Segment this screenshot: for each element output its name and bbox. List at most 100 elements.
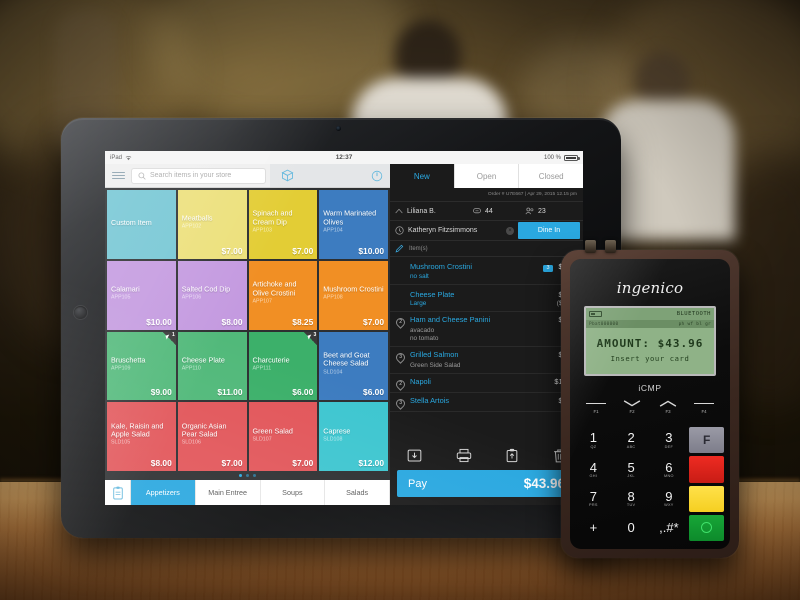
keypad-key-2[interactable]: 2 ABC bbox=[614, 427, 649, 453]
dine-in-button[interactable]: Dine In bbox=[518, 222, 580, 239]
keypad-key-0[interactable]: 0 bbox=[614, 515, 649, 541]
tile-name: Green Salad bbox=[252, 426, 293, 436]
grid-tile[interactable]: Meatballs APP102 $7.00 bbox=[177, 190, 247, 259]
category-tab-appetizers[interactable]: Appetizers bbox=[131, 480, 196, 505]
keypad-cancel-key[interactable] bbox=[689, 456, 724, 483]
table-cell[interactable]: 44 bbox=[468, 208, 520, 215]
grid-tile[interactable]: Mushroom Crostini APP108 $7.00 bbox=[319, 260, 388, 330]
keypad-key-1[interactable]: 1 QZ bbox=[576, 427, 611, 453]
modifier-label: Green Side Salad bbox=[410, 361, 461, 369]
tile-sku: SLD104 bbox=[323, 369, 343, 376]
grid-tile[interactable]: Cheese Plate APP110 $11.00 bbox=[177, 331, 247, 401]
grid-tile[interactable]: Caprese SLD108 $12.00 bbox=[319, 402, 388, 471]
tile-price: $7.00 bbox=[221, 458, 243, 468]
send-receipt-icon[interactable] bbox=[505, 448, 519, 463]
grid-tile[interactable]: Bruschetta APP109 $9.00 1 bbox=[107, 331, 176, 401]
ipad-screen: iPad 12:37 100 % Search items in your st… bbox=[105, 151, 583, 505]
items-note-row[interactable]: Item(s) bbox=[390, 240, 583, 257]
keypad-key-,.#*[interactable]: ,.#* bbox=[652, 515, 687, 541]
function-key-f4[interactable]: F4 bbox=[686, 400, 722, 420]
order-line-item[interactable]: 3Stella Artois$8.00 bbox=[390, 393, 583, 412]
order-meta: Order # U7E667 | Apr 29, 2015 12.15 pm bbox=[390, 188, 583, 201]
order-action-bar bbox=[390, 440, 583, 470]
order-line-item[interactable]: 3Grilled Salmon$6.00Green Side Salad– bbox=[390, 347, 583, 374]
keypad-key-8[interactable]: 8 TUV bbox=[614, 486, 649, 512]
customer-cell[interactable]: Katheryn Fitzsimmons × bbox=[390, 226, 518, 235]
search-input[interactable]: Search items in your store bbox=[131, 167, 266, 184]
grid-tile[interactable]: Charcuterie APP111 $6.00 3 bbox=[248, 331, 318, 401]
grid-tile[interactable]: Kale, Raisin and Apple Salad SLD105 $8.00 bbox=[107, 402, 176, 471]
customer-row: Katheryn Fitzsimmons × Dine In bbox=[390, 220, 583, 240]
pay-label: Pay bbox=[408, 477, 427, 490]
category-tab-main-entree[interactable]: Main Entree bbox=[195, 480, 261, 505]
grid-tile[interactable]: Custom Item bbox=[107, 190, 176, 259]
grid-tile[interactable]: Warm Marinated Olives APP104 $10.00 bbox=[319, 190, 388, 259]
grid-tile[interactable]: Organic Asian Pear Salad SLD106 $7.00 bbox=[177, 402, 247, 471]
page-dot[interactable] bbox=[246, 474, 249, 477]
function-key-f3[interactable]: F3 bbox=[650, 400, 686, 420]
home-button[interactable] bbox=[74, 306, 87, 319]
grid-tile[interactable]: Salted Cod Dip APP106 $8.00 bbox=[177, 260, 247, 330]
menu-board-icon[interactable] bbox=[105, 480, 131, 505]
keypad-key-+[interactable]: + bbox=[576, 515, 611, 541]
modifier-label: Large bbox=[410, 299, 427, 307]
save-to-folder-icon[interactable] bbox=[407, 448, 422, 463]
grid-tile[interactable]: Green Salad SLD107 $7.00 bbox=[248, 402, 318, 471]
function-key-f1[interactable]: F1 bbox=[578, 400, 614, 420]
grid-tile[interactable]: Calamari APP105 $10.00 bbox=[107, 260, 176, 330]
guests-cell[interactable]: 23 bbox=[520, 207, 583, 215]
function-key-f2[interactable]: F2 bbox=[614, 400, 650, 420]
keypad-key-6[interactable]: 6 MNO bbox=[652, 456, 687, 482]
order-tab-closed[interactable]: Closed bbox=[518, 164, 583, 188]
category-tab-soups[interactable]: Soups bbox=[260, 480, 326, 505]
keypad-function-key[interactable]: F bbox=[689, 427, 724, 454]
power-icon[interactable] bbox=[364, 164, 390, 187]
line-item-name: Ham and Cheese Panini bbox=[410, 314, 491, 324]
keypad-key-7[interactable]: 7 PRS bbox=[576, 486, 611, 512]
function-key-label: F4 bbox=[701, 409, 707, 414]
keypad-enter-key[interactable] bbox=[689, 514, 724, 541]
tile-modifier-badge: 1 bbox=[162, 331, 176, 345]
keypad-key-9[interactable]: 9 WXY bbox=[652, 486, 687, 512]
category-tab-salads[interactable]: Salads bbox=[325, 480, 390, 505]
ingenico-terminal: ingenico BLUETOOTH Pbat000000 ph wf bl g… bbox=[561, 240, 739, 558]
order-line-item[interactable]: Mushroom Crostini3$6.00no salt bbox=[390, 257, 583, 285]
keypad-key-5[interactable]: 5 JKL bbox=[614, 456, 649, 482]
tile-sku: APP104 bbox=[323, 227, 343, 234]
order-line-item[interactable]: 2Napoli$14.95 bbox=[390, 374, 583, 393]
keypad-key-3[interactable]: 3 DEF bbox=[652, 427, 687, 453]
search-toolbar: Search items in your store bbox=[105, 164, 390, 188]
ingenico-logo: ingenico bbox=[616, 279, 684, 297]
grid-tile[interactable]: Artichoke and Olive Crostini APP107 $8.25 bbox=[248, 260, 318, 330]
table-icon bbox=[473, 207, 481, 213]
pay-button[interactable]: Pay $43.96 bbox=[397, 470, 576, 497]
server-cell[interactable]: Liliana B. bbox=[390, 208, 468, 215]
tile-name: Beet and Goat Cheese Salad bbox=[323, 350, 370, 369]
keypad-key-4[interactable]: 4 GHI bbox=[576, 456, 611, 482]
clear-x-icon[interactable]: × bbox=[506, 226, 514, 235]
line-item-name: Stella Artois bbox=[410, 395, 450, 405]
keypad-correct-key[interactable] bbox=[689, 485, 724, 512]
page-dot[interactable] bbox=[239, 474, 242, 477]
order-tab-new[interactable]: New bbox=[390, 164, 454, 188]
page-dot[interactable] bbox=[253, 474, 256, 477]
pay-section: Pay $43.96 bbox=[390, 470, 583, 505]
tile-name: Spinach and Cream Dip bbox=[252, 209, 293, 227]
customer-name: Katheryn Fitzsimmons bbox=[408, 227, 478, 234]
cube-icon[interactable] bbox=[270, 164, 304, 187]
order-line-item[interactable]: 2Ham and Cheese Panini$4.00avacado–no to… bbox=[390, 312, 583, 347]
page-dots[interactable] bbox=[105, 471, 390, 480]
grid-tile[interactable]: Beet and Goat Cheese Salad SLD104 $6.00 bbox=[319, 331, 388, 401]
printer-icon[interactable] bbox=[456, 448, 472, 463]
keypad-digit: 2 bbox=[627, 430, 635, 446]
tile-price: $8.00 bbox=[221, 316, 243, 327]
clock-icon bbox=[395, 226, 404, 235]
keypad-letters: ABC bbox=[626, 444, 636, 449]
order-tab-open[interactable]: Open bbox=[453, 164, 519, 188]
keypad-control-symbol: F bbox=[702, 433, 711, 448]
hamburger-menu-icon[interactable] bbox=[105, 170, 131, 180]
modifier-label: avacado bbox=[410, 326, 435, 334]
grid-tile[interactable]: Spinach and Cream Dip APP103 $7.00 bbox=[248, 190, 318, 259]
line-item-modifier: avacado– bbox=[396, 327, 577, 334]
order-line-item[interactable]: Cheese Plate$6.00Large($2.00) bbox=[390, 285, 583, 312]
